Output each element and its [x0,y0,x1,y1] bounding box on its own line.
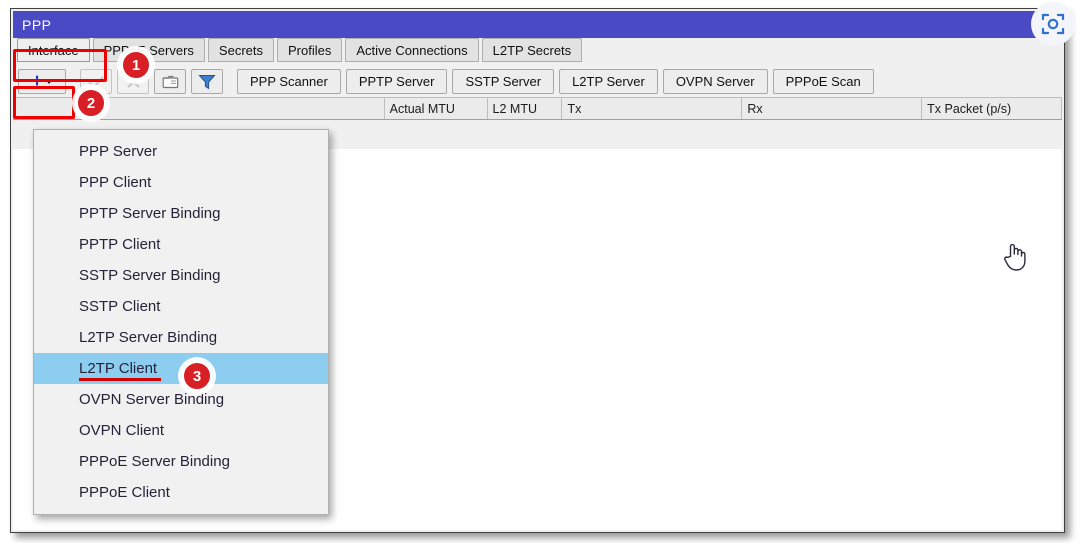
menu-item-sstp-client[interactable]: SSTP Client [34,291,328,322]
tab-interface[interactable]: Interface [17,38,90,62]
column-header-tx-packet[interactable]: Tx Packet (p/s) [922,98,1062,119]
annotation-badge-3: 3 [182,361,212,391]
ppp-window: PPP Interface PPPoE Servers Secrets Prof… [10,8,1065,533]
menu-item-label: PPP Server [79,143,158,160]
pptp-server-label: PPTP Server [358,74,435,89]
menu-item-pptp-client[interactable]: PPTP Client [34,229,328,260]
add-interface-menu: PPP Server PPP Client PPTP Server Bindin… [33,129,329,515]
tab-l2tp-secrets[interactable]: L2TP Secrets [481,38,583,62]
screenshot-capture-icon[interactable] [1031,2,1075,46]
annotation-badge-2: 2 [76,88,106,118]
funnel-icon [198,74,216,89]
menu-item-label: OVPN Client [79,422,165,439]
menu-item-l2tp-client[interactable]: L2TP Client [34,353,328,384]
tab-l2tp-secrets-label: L2TP Secrets [492,43,572,58]
column-header-actual-mtu[interactable]: Actual MTU [385,98,488,119]
menu-item-label: PPPoE Client [79,484,170,501]
menu-item-ovpn-server-binding[interactable]: OVPN Server Binding [34,384,328,415]
column-header-l2-mtu[interactable]: L2 MTU [488,98,563,119]
tab-active-connections[interactable]: Active Connections [345,38,479,62]
chevron-down-icon [44,79,53,84]
tab-strip: Interface PPPoE Servers Secrets Profiles… [13,38,1062,66]
pppoe-scan-label: PPPoE Scan [785,74,861,89]
pppoe-scan-button[interactable]: PPPoE Scan [772,69,874,94]
ovpn-server-button[interactable]: OVPN Server [662,69,768,94]
comment-icon [162,75,178,88]
sstp-server-button[interactable]: SSTP Server [452,69,555,94]
add-dropdown-button[interactable]: + [18,69,66,94]
screen-root: PPP Interface PPPoE Servers Secrets Prof… [0,0,1081,543]
menu-item-label: SSTP Server Binding [79,267,221,284]
menu-item-sstp-server-binding[interactable]: SSTP Server Binding [34,260,328,291]
menu-item-label: PPPoE Server Binding [79,453,230,470]
window-titlebar: PPP [13,11,1062,38]
tab-profiles[interactable]: Profiles [277,38,343,62]
comment-button[interactable] [154,69,186,94]
table-column-header: Actual MTU L2 MTU Tx Rx Tx Packet (p/s) [13,97,1062,120]
menu-item-label: SSTP Client [79,298,161,315]
toolbar: + PPP Scanner PPTP Server SSTP Server L2… [13,66,1062,97]
menu-item-label: L2TP Server Binding [79,329,218,346]
tab-secrets[interactable]: Secrets [207,38,274,62]
sstp-server-label: SSTP Server [465,74,542,89]
annotation-badge-1: 1 [121,50,151,80]
l2tp-server-button[interactable]: L2TP Server [559,69,658,94]
menu-item-pppoe-client[interactable]: PPPoE Client [34,477,328,508]
menu-item-l2tp-server-binding[interactable]: L2TP Server Binding [34,322,328,353]
tab-active-connections-label: Active Connections [356,43,468,58]
ovpn-server-label: OVPN Server [675,74,755,89]
camera-focus-icon [1041,13,1065,35]
filter-button[interactable] [191,69,223,94]
tab-secrets-label: Secrets [218,43,263,58]
tab-interface-label: Interface [28,43,79,58]
ppp-scanner-label: PPP Scanner [250,74,328,89]
check-icon [88,75,104,89]
menu-item-pptp-server-binding[interactable]: PPTP Server Binding [34,198,328,229]
window-title: PPP [22,16,52,33]
menu-item-ppp-server[interactable]: PPP Server [34,136,328,167]
column-header-rx[interactable]: Rx [742,98,923,119]
plus-icon: + [31,71,43,92]
l2tp-server-label: L2TP Server [572,74,645,89]
menu-item-label: PPP Client [79,174,152,191]
ppp-scanner-button[interactable]: PPP Scanner [237,69,341,94]
menu-item-label: L2TP Client [79,353,162,384]
menu-item-ppp-client[interactable]: PPP Client [34,167,328,198]
column-header-blank-1[interactable] [13,98,75,119]
pptp-server-button[interactable]: PPTP Server [345,69,448,94]
column-header-tx[interactable]: Tx [562,98,743,119]
tab-pppoe-servers-label: PPPoE Servers [103,43,194,58]
tab-profiles-label: Profiles [288,43,332,58]
menu-item-pppoe-server-binding[interactable]: PPPoE Server Binding [34,446,328,477]
menu-item-label: PPTP Server Binding [79,205,221,222]
menu-item-label: PPTP Client [79,236,161,253]
column-header-blank-2[interactable] [75,98,385,119]
menu-item-ovpn-client[interactable]: OVPN Client [34,415,328,446]
